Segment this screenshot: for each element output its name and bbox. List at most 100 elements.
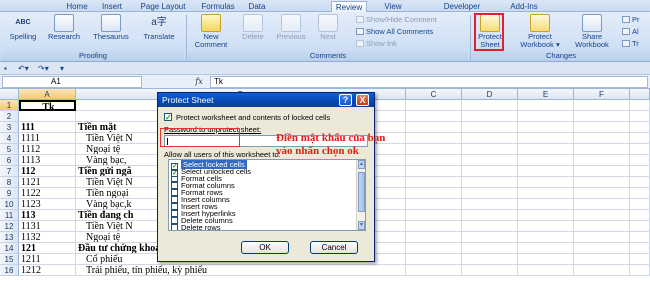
row-header[interactable]: 7 <box>0 166 19 177</box>
cell-empty[interactable] <box>462 210 518 221</box>
cell-empty[interactable] <box>630 100 650 111</box>
cell-empty[interactable] <box>462 122 518 133</box>
cell-empty[interactable] <box>574 100 630 111</box>
cell-empty[interactable] <box>406 122 462 133</box>
cell-empty[interactable] <box>406 188 462 199</box>
cell-empty[interactable] <box>574 144 630 155</box>
cell-empty[interactable] <box>574 221 630 232</box>
cell-empty[interactable] <box>406 133 462 144</box>
cell-empty[interactable] <box>462 144 518 155</box>
row-header[interactable]: 2 <box>0 111 19 122</box>
cell-empty[interactable] <box>574 199 630 210</box>
cell-empty[interactable] <box>406 254 462 265</box>
cell-empty[interactable] <box>462 155 518 166</box>
cell-empty[interactable] <box>462 177 518 188</box>
cell-a[interactable]: 1212 <box>19 265 76 276</box>
tab-page-layout[interactable]: Page Layout <box>135 1 191 12</box>
cell-empty[interactable] <box>630 133 650 144</box>
cell-empty[interactable] <box>406 144 462 155</box>
select-all-corner[interactable] <box>0 89 19 100</box>
cell-empty[interactable] <box>406 111 462 122</box>
cell-empty[interactable] <box>518 177 574 188</box>
cell-a[interactable]: 1132 <box>19 232 76 243</box>
cell-empty[interactable] <box>406 265 462 276</box>
cell-a[interactable]: 1122 <box>19 188 76 199</box>
cell-empty[interactable] <box>574 177 630 188</box>
cell-empty[interactable] <box>518 122 574 133</box>
cell-empty[interactable] <box>518 188 574 199</box>
show-ink-button[interactable]: Show Ink <box>356 39 397 49</box>
cell-empty[interactable] <box>630 254 650 265</box>
column-header-e[interactable]: E <box>518 89 574 100</box>
tab-view[interactable]: View <box>379 1 407 12</box>
cell-empty[interactable] <box>518 133 574 144</box>
share-workbook-button[interactable]: Share Workbook <box>570 14 614 49</box>
permission-checkbox[interactable] <box>171 203 178 210</box>
column-header-d[interactable]: D <box>462 89 518 100</box>
row-header[interactable]: 15 <box>0 254 19 265</box>
new-comment-button[interactable]: New Comment <box>190 14 232 49</box>
cell-empty[interactable] <box>574 254 630 265</box>
customize-qat-icon[interactable]: ▾ <box>60 63 64 74</box>
insert-function-icon[interactable]: fx <box>188 76 210 88</box>
cell-b[interactable]: Trái phiếu, tín phiếu, kỳ phiếu <box>76 265 406 276</box>
cell-empty[interactable] <box>518 243 574 254</box>
cell-empty[interactable] <box>406 199 462 210</box>
cell-empty[interactable] <box>518 232 574 243</box>
cell-empty[interactable] <box>406 232 462 243</box>
cell-empty[interactable] <box>518 210 574 221</box>
cell-a[interactable]: 121 <box>19 243 76 254</box>
permission-option[interactable]: Delete rows <box>171 224 221 230</box>
cell-empty[interactable] <box>518 144 574 155</box>
row-header[interactable]: 9 <box>0 188 19 199</box>
cell-empty[interactable] <box>518 265 574 276</box>
close-button[interactable]: X <box>356 94 369 106</box>
help-button[interactable]: ? <box>339 94 352 106</box>
column-header-g[interactable] <box>630 89 650 100</box>
thesaurus-button[interactable]: Thesaurus <box>88 14 134 41</box>
track-changes-button[interactable]: Tr <box>622 39 639 49</box>
column-header-f[interactable]: F <box>574 89 630 100</box>
cell-empty[interactable] <box>406 221 462 232</box>
cell-empty[interactable] <box>574 155 630 166</box>
cell-empty[interactable] <box>630 122 650 133</box>
column-header-a[interactable]: A <box>19 89 76 100</box>
tab-formulas[interactable]: Formulas <box>196 1 240 12</box>
permission-checkbox[interactable] <box>171 196 178 203</box>
tab-data[interactable]: Data <box>244 1 270 12</box>
permission-option[interactable]: ✓ Select unlocked cells <box>171 168 251 177</box>
row-header[interactable]: 12 <box>0 221 19 232</box>
cell-a[interactable]: 1112 <box>19 144 76 155</box>
cell-empty[interactable] <box>574 210 630 221</box>
delete-comment-button[interactable]: Delete <box>236 14 270 41</box>
formula-input[interactable]: Tk <box>210 76 648 88</box>
permission-option[interactable]: Insert rows <box>171 203 218 211</box>
cell-empty[interactable] <box>630 199 650 210</box>
cell-empty[interactable] <box>630 144 650 155</box>
allow-edit-ranges-button[interactable]: Al <box>622 27 639 37</box>
redo-icon[interactable]: ↷▾ <box>38 63 49 74</box>
cell-a[interactable]: 111 <box>19 122 76 133</box>
row-header[interactable]: 5 <box>0 144 19 155</box>
list-scrollbar[interactable]: ▲ ▼ <box>356 160 365 230</box>
cell-empty[interactable] <box>406 243 462 254</box>
cell-a[interactable]: 1211 <box>19 254 76 265</box>
cell-empty[interactable] <box>574 188 630 199</box>
row-header[interactable]: 13 <box>0 232 19 243</box>
save-icon[interactable]: ▪ <box>4 63 7 74</box>
cell-empty[interactable] <box>462 188 518 199</box>
permission-option[interactable]: Format rows <box>171 189 223 197</box>
tab-insert[interactable]: Insert <box>96 1 128 12</box>
row-header[interactable]: 8 <box>0 177 19 188</box>
cell-empty[interactable] <box>462 111 518 122</box>
cell-empty[interactable] <box>630 265 650 276</box>
permission-option[interactable]: Insert columns <box>171 196 230 204</box>
cell-empty[interactable] <box>574 166 630 177</box>
tab-developer[interactable]: Developer <box>438 1 486 12</box>
tab-home[interactable]: Home <box>60 1 94 12</box>
row-header[interactable]: 10 <box>0 199 19 210</box>
cell-empty[interactable] <box>406 166 462 177</box>
permission-checkbox[interactable] <box>171 210 178 217</box>
cell-empty[interactable] <box>518 155 574 166</box>
permission-checkbox[interactable]: ✓ <box>171 170 178 177</box>
